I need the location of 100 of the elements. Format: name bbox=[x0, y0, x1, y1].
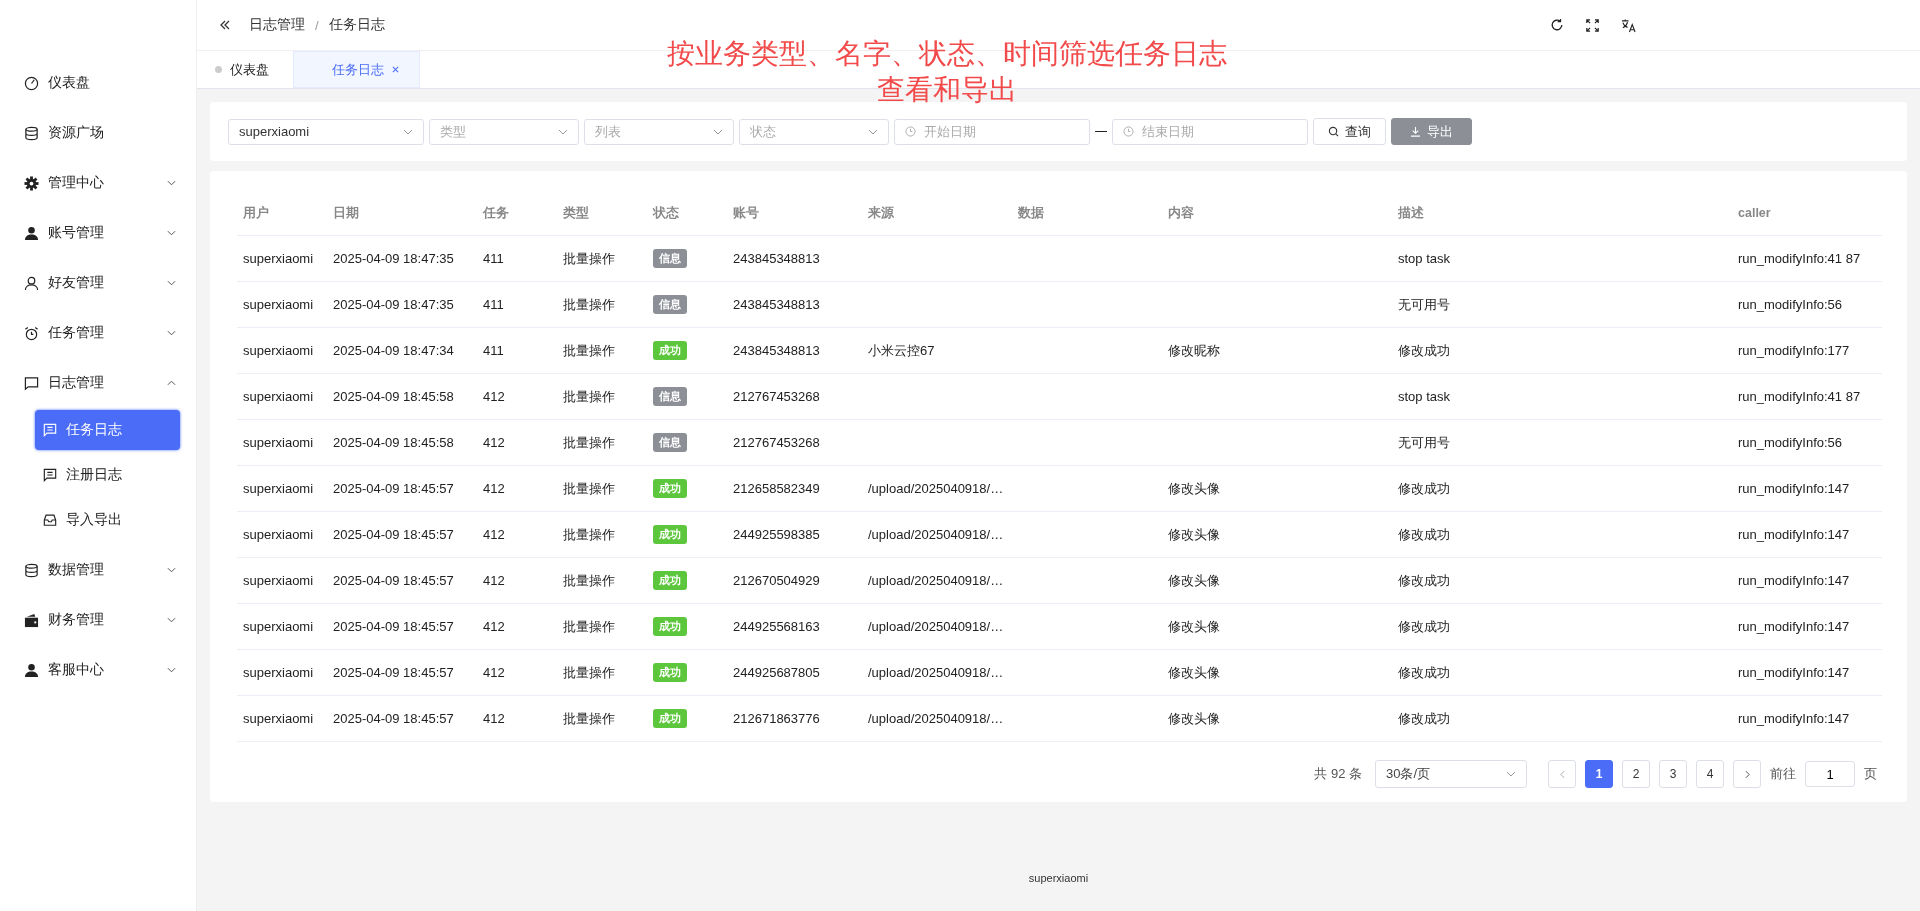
sidebar-item[interactable]: 注册日志 bbox=[35, 455, 180, 495]
goto-label: 前往 bbox=[1770, 765, 1796, 783]
query-button[interactable]: 查询 bbox=[1313, 118, 1386, 145]
sidebar-item[interactable]: 账号管理 bbox=[0, 208, 196, 258]
column-header: 数据 bbox=[1018, 205, 1044, 220]
refresh-icon[interactable] bbox=[1550, 18, 1564, 32]
sidebar-item[interactable]: 仪表盘 bbox=[0, 58, 196, 108]
table-cell: 212670504929 bbox=[733, 573, 820, 588]
close-icon[interactable] bbox=[392, 66, 399, 73]
status-tag: 成功 bbox=[653, 341, 687, 360]
table-cell: 2025-04-09 18:45:57 bbox=[333, 573, 454, 588]
table-cell: 批量操作 bbox=[563, 434, 615, 450]
table-cell: 修改成功 bbox=[1398, 664, 1450, 680]
sidebar-item[interactable]: 任务管理 bbox=[0, 308, 196, 358]
sidebar-item[interactable]: 好友管理 bbox=[0, 258, 196, 308]
table-cell: 2025-04-09 18:47:34 bbox=[333, 343, 454, 358]
table-cell: stop task bbox=[1398, 251, 1451, 266]
table-cell: 无可用号 bbox=[1398, 296, 1450, 312]
breadcrumb-separator: / bbox=[315, 17, 319, 33]
page-button[interactable]: 3 bbox=[1659, 760, 1687, 788]
footer-text: superxiaomi bbox=[1028, 872, 1089, 884]
table-cell: 修改头像 bbox=[1168, 572, 1220, 588]
fullscreen-icon[interactable] bbox=[1586, 18, 1599, 32]
table-cell: /upload/2025040918/… bbox=[868, 665, 1004, 680]
chat-icon bbox=[24, 375, 39, 391]
status-tag: 成功 bbox=[653, 617, 687, 636]
table-cell: /upload/2025040918/… bbox=[868, 481, 1004, 496]
table-cell: superxiaomi bbox=[243, 665, 314, 680]
column-header: 内容 bbox=[1168, 205, 1194, 220]
table-cell: 批量操作 bbox=[563, 250, 615, 266]
table-cell: superxiaomi bbox=[243, 251, 314, 266]
status-tag: 成功 bbox=[653, 479, 687, 498]
page-input[interactable]: 1 bbox=[1805, 761, 1855, 787]
sidebar-item[interactable]: 客服中心 bbox=[0, 645, 196, 695]
download-icon bbox=[1410, 126, 1421, 137]
table-cell: 修改头像 bbox=[1168, 618, 1220, 634]
inbox-icon bbox=[43, 513, 57, 527]
status-tag: 成功 bbox=[653, 663, 687, 682]
message-icon bbox=[43, 468, 57, 482]
clock-icon bbox=[1123, 126, 1134, 137]
table-cell: 批量操作 bbox=[563, 480, 615, 496]
chevron-icon bbox=[558, 128, 568, 135]
sidebar-item[interactable]: 资源广场 bbox=[0, 108, 196, 158]
table-cell: 244925568163 bbox=[733, 619, 820, 634]
total-count: 共 92 条 bbox=[1314, 765, 1362, 783]
breadcrumb-item[interactable]: 任务日志 bbox=[328, 16, 385, 34]
sidebar-item[interactable]: 财务管理 bbox=[0, 595, 196, 645]
gauge-icon bbox=[24, 75, 39, 91]
table-cell: run_modifyInfo:41 87 bbox=[1738, 251, 1861, 266]
table-cell: 411 bbox=[483, 343, 504, 358]
status-tag: 成功 bbox=[653, 571, 687, 590]
table-cell: 2025-04-09 18:45:57 bbox=[333, 619, 454, 634]
status-tag: 信息 bbox=[653, 433, 687, 452]
table-cell: 修改成功 bbox=[1398, 572, 1450, 588]
chevron-icon bbox=[1506, 771, 1516, 777]
database-icon bbox=[24, 125, 39, 141]
table-cell: 411 bbox=[483, 251, 504, 266]
table-cell: run_modifyInfo:147 bbox=[1738, 619, 1850, 634]
page-button[interactable]: 4 bbox=[1696, 760, 1724, 788]
table-cell: run_modifyInfo:41 87 bbox=[1738, 389, 1861, 404]
table-cell: 修改昵称 bbox=[1168, 342, 1220, 358]
sidebar-item[interactable]: 任务日志 bbox=[35, 410, 180, 450]
page-tab[interactable]: 仪表盘 bbox=[197, 51, 293, 88]
table-cell: 批量操作 bbox=[563, 664, 615, 680]
page-tab[interactable]: 任务日志 bbox=[293, 51, 420, 88]
user-icon bbox=[24, 225, 39, 241]
table-cell: 修改头像 bbox=[1168, 480, 1220, 496]
table-cell: 批量操作 bbox=[563, 618, 615, 634]
chevron-right-icon bbox=[1744, 769, 1750, 779]
page-button[interactable]: 2 bbox=[1622, 760, 1650, 788]
collapse-icon[interactable] bbox=[219, 20, 231, 30]
table-cell: 2025-04-09 18:45:57 bbox=[333, 665, 454, 680]
wallet-icon bbox=[24, 612, 39, 628]
table-cell: 412 bbox=[483, 435, 505, 450]
user-icon bbox=[24, 275, 39, 291]
sidebar-item[interactable]: 数据管理 bbox=[0, 545, 196, 595]
sidebar-item[interactable]: 导入导出 bbox=[35, 500, 180, 540]
table-cell: superxiaomi bbox=[243, 573, 314, 588]
table-cell: run_modifyInfo:147 bbox=[1738, 527, 1850, 542]
user-select[interactable]: superxiaomi bbox=[228, 118, 424, 145]
table-cell: superxiaomi bbox=[243, 711, 314, 726]
table-cell: 212658582349 bbox=[733, 481, 820, 496]
sidebar-item[interactable]: 管理中心 bbox=[0, 158, 196, 208]
database-icon bbox=[24, 562, 39, 578]
sidebar-item[interactable]: 日志管理 bbox=[0, 358, 196, 408]
table-cell: 批量操作 bbox=[563, 526, 615, 542]
table-cell: 244925598385 bbox=[733, 527, 820, 542]
table-cell: 2025-04-09 18:45:57 bbox=[333, 481, 454, 496]
page-button[interactable]: 1 bbox=[1585, 760, 1613, 788]
page-size-select[interactable]: 30条/页 bbox=[1375, 760, 1527, 788]
table-cell: 212767453268 bbox=[733, 435, 820, 450]
column-header: 来源 bbox=[868, 205, 894, 220]
translate-icon[interactable] bbox=[1621, 17, 1636, 33]
table-cell: superxiaomi bbox=[243, 481, 314, 496]
table-cell: run_modifyInfo:56 bbox=[1738, 435, 1843, 450]
breadcrumb-item[interactable]: 日志管理 bbox=[249, 16, 305, 34]
table-cell: 修改成功 bbox=[1398, 710, 1450, 726]
table-cell: run_modifyInfo:147 bbox=[1738, 481, 1850, 496]
table-cell: 批量操作 bbox=[563, 388, 615, 404]
table-cell: 412 bbox=[483, 389, 505, 404]
